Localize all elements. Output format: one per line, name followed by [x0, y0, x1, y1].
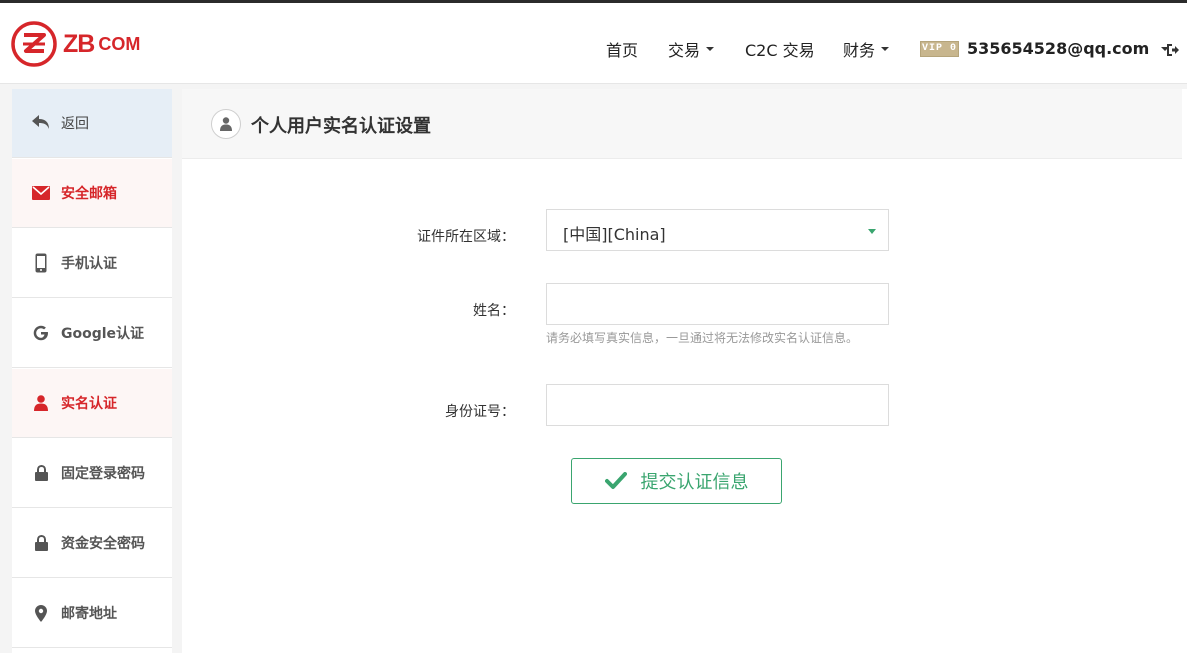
region-select[interactable]: [中国][China]: [546, 209, 889, 251]
submit-button-label: 提交认证信息: [640, 472, 749, 493]
zb-logo-mark-icon: [11, 21, 57, 67]
envelope-icon: [29, 186, 53, 200]
id-number-label: 身份证号：: [445, 404, 515, 420]
vip-level-badge: VIP 0: [920, 41, 959, 57]
sidebar-item-fund-password[interactable]: 资金安全密码: [12, 509, 172, 578]
chevron-down-icon: [881, 47, 890, 51]
sidebar-item-label: 手机认证: [61, 256, 117, 272]
caret-down-icon: [868, 229, 876, 234]
header: ZB COM 首页 交易 C2C 交易 财务 VIP 0 535654528@q…: [0, 3, 1187, 84]
sidebar-item-email[interactable]: 安全邮箱: [12, 159, 172, 228]
id-number-input[interactable]: [546, 384, 889, 426]
sidebar-item-label: 资金安全密码: [61, 536, 145, 552]
logo-text-zb: ZB: [63, 29, 95, 58]
sidebar-item-label: 实名认证: [61, 396, 117, 412]
google-icon: [29, 325, 53, 341]
panel-header: 个人用户实名认证设置: [182, 89, 1182, 159]
name-hint: 请务必填写真实信息，一旦通过将无法修改实名认证信息。: [546, 331, 859, 345]
mobile-phone-icon: [29, 253, 53, 273]
sidebar-item-back[interactable]: 返回: [12, 89, 172, 158]
main-panel: 个人用户实名认证设置 证件所在区域： [中国][China] 姓名： 请务必填写…: [182, 89, 1187, 653]
sidebar-item-login-password[interactable]: 固定登录密码: [12, 439, 172, 508]
back-arrow-icon: [29, 114, 53, 132]
name-label: 姓名：: [473, 303, 515, 319]
chevron-down-icon: [706, 47, 715, 51]
submit-verification-button[interactable]: 提交认证信息: [571, 458, 782, 504]
lock-icon: [29, 535, 53, 551]
zb-logo[interactable]: ZB COM: [11, 20, 140, 68]
sidebar-item-label: 邮寄地址: [61, 606, 117, 622]
nav-trade-label: 交易: [668, 41, 701, 60]
region-select-value: [中国][China]: [563, 225, 666, 244]
user-account-dropdown[interactable]: 535654528@qq.com: [967, 39, 1170, 58]
map-marker-icon: [29, 604, 53, 622]
sidebar-item-label: 安全邮箱: [61, 186, 117, 202]
logout-icon[interactable]: [1166, 42, 1180, 61]
nav-c2c-label: C2C 交易: [745, 41, 815, 60]
sidebar: 返回 安全邮箱 手机认证 Google认证 实名认证 固定登录密码 资金安全密码…: [12, 89, 172, 653]
nav-finance-dropdown[interactable]: 财务: [843, 37, 890, 61]
sidebar-item-google[interactable]: Google认证: [12, 299, 172, 368]
page-title: 个人用户实名认证设置: [251, 116, 431, 137]
user-email: 535654528@qq.com: [967, 39, 1150, 58]
nav-home-link[interactable]: 首页: [606, 37, 638, 61]
nav-finance-label: 财务: [843, 41, 876, 60]
sidebar-item-mailing-address[interactable]: 邮寄地址: [12, 579, 172, 648]
sidebar-item-mobile[interactable]: 手机认证: [12, 229, 172, 298]
region-label: 证件所在区域：: [417, 229, 515, 245]
sidebar-item-label: 返回: [61, 116, 89, 132]
nav-home-label: 首页: [606, 41, 639, 60]
sidebar-item-realname[interactable]: 实名认证: [12, 369, 172, 438]
sidebar-item-label: 固定登录密码: [61, 466, 145, 482]
user-icon: [29, 395, 53, 411]
name-input[interactable]: [546, 283, 889, 325]
nav-trade-dropdown[interactable]: 交易: [668, 37, 715, 61]
logo-text-com: COM: [98, 33, 141, 54]
lock-icon: [29, 465, 53, 481]
checkmark-icon: [604, 472, 627, 490]
sidebar-item-label: Google认证: [61, 326, 145, 342]
user-avatar-icon: [211, 109, 241, 139]
nav-c2c-link[interactable]: C2C 交易: [745, 37, 815, 61]
